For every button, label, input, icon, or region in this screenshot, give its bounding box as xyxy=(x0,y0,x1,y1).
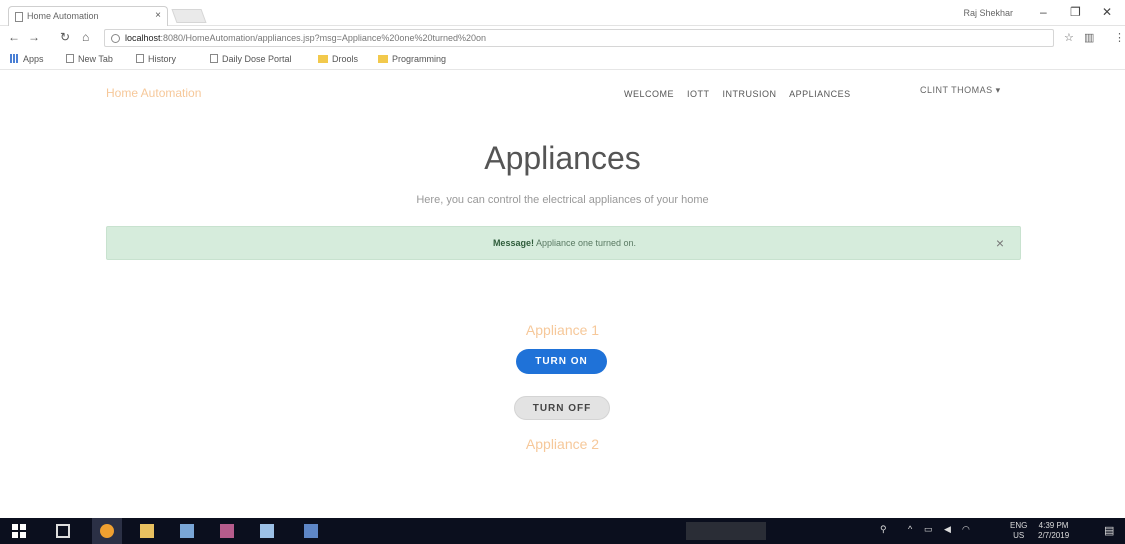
bookmarks-bar: Apps New Tab History Daily Dose Portal D… xyxy=(0,50,1125,70)
language-indicator[interactable]: ENG US xyxy=(1010,521,1027,541)
windows-taskbar: ⚲ ^ ▭ ◀ ◠ ENG US 4:39 PM 2/7/2019 ▤ xyxy=(0,518,1125,544)
tab-close-icon[interactable]: × xyxy=(155,10,161,21)
browser-tab[interactable]: Home Automation × xyxy=(8,6,168,26)
alert-message: Message! Appliance one turned on. xyxy=(107,238,1022,248)
bookmark-star-icon[interactable]: ☆ xyxy=(1064,31,1074,44)
folder-icon xyxy=(318,55,328,63)
restore-icon[interactable]: ❐ xyxy=(1070,5,1081,19)
success-alert: Message! Appliance one turned on. × xyxy=(106,226,1021,260)
nav-appliances[interactable]: APPLIANCES xyxy=(789,89,851,99)
bookmark-apps[interactable]: Apps xyxy=(10,54,44,64)
bookmark-new-tab[interactable]: New Tab xyxy=(66,54,113,64)
blue-app-icon[interactable] xyxy=(304,524,318,538)
page-subtitle: Here, you can control the electrical app… xyxy=(416,194,709,206)
home-icon[interactable]: ⌂ xyxy=(82,30,89,44)
alert-strong: Message! xyxy=(492,238,534,248)
taskbar-search-area[interactable] xyxy=(686,522,766,540)
reload-icon[interactable]: ↻ xyxy=(60,30,70,44)
wifi-icon[interactable]: ◠ xyxy=(962,524,970,535)
url-host: localhost xyxy=(125,33,161,43)
tray-chevron-icon[interactable]: ^ xyxy=(908,524,912,534)
network-app-icon[interactable] xyxy=(180,524,194,538)
nav-links: WELCOME IOTT INTRUSION APPLIANCES xyxy=(624,89,861,99)
alert-body: Appliance one turned on. xyxy=(533,238,637,248)
brand-logo[interactable]: Home Automation xyxy=(106,86,201,100)
nav-welcome[interactable]: WELCOME xyxy=(624,89,674,99)
new-tab-button[interactable] xyxy=(171,9,207,23)
url-path: :8080/HomeAutomation/appliances.jsp?msg=… xyxy=(160,33,487,43)
people-icon[interactable]: ⚲ xyxy=(880,524,887,535)
notification-icon[interactable]: ▤ xyxy=(1104,524,1114,537)
page-icon xyxy=(210,54,218,63)
url-input[interactable]: localhost:8080/HomeAutomation/appliances… xyxy=(104,29,1054,47)
appliance-1-title: Appliance 1 xyxy=(525,322,600,338)
page-icon xyxy=(136,54,144,63)
tab-title: Home Automation xyxy=(27,11,99,21)
turn-off-button[interactable]: TURN OFF xyxy=(514,396,610,420)
menu-icon[interactable]: ⋮ xyxy=(1114,31,1125,44)
file-explorer-icon[interactable] xyxy=(140,524,154,538)
bookmark-drools[interactable]: Drools xyxy=(318,54,358,64)
appliance-2-title: Appliance 2 xyxy=(525,436,600,452)
chrome-icon[interactable] xyxy=(100,524,114,538)
bookmark-programming[interactable]: Programming xyxy=(378,54,446,64)
user-dropdown[interactable]: CLINT THOMAS ▾ xyxy=(920,85,1001,96)
bookmark-daily-dose-portal[interactable]: Daily Dose Portal xyxy=(210,54,292,64)
network-icon[interactable]: ▭ xyxy=(924,524,933,535)
task-view-icon[interactable] xyxy=(56,524,70,538)
volume-icon[interactable]: ◀ xyxy=(944,524,951,535)
windows-start-icon[interactable] xyxy=(12,524,26,538)
info-icon[interactable] xyxy=(111,34,120,43)
close-window-icon[interactable]: ✕ xyxy=(1102,5,1112,19)
forward-icon[interactable]: → xyxy=(28,30,40,44)
nav-intrusion[interactable]: INTRUSION xyxy=(723,89,777,99)
back-icon[interactable]: ← xyxy=(8,30,20,44)
browser-tab-strip: Home Automation × Raj Shekhar – ❐ ✕ xyxy=(0,0,1125,26)
settings-app-icon[interactable] xyxy=(260,524,274,538)
minimize-icon[interactable]: – xyxy=(1040,5,1047,19)
page-title: Appliances xyxy=(484,140,641,176)
extension-icon[interactable]: ▥ xyxy=(1084,31,1094,44)
address-bar-row: ← → ↻ ⌂ localhost:8080/HomeAutomation/ap… xyxy=(0,26,1125,50)
bookmark-history[interactable]: History xyxy=(136,54,176,64)
nav-iott[interactable]: IOTT xyxy=(687,89,710,99)
alert-close-icon[interactable]: × xyxy=(996,235,1004,251)
page-icon xyxy=(15,12,23,22)
turn-on-button[interactable]: TURN ON xyxy=(516,349,607,374)
page-icon xyxy=(66,54,74,63)
site-navbar: Home Automation WELCOME IOTT INTRUSION A… xyxy=(0,70,1125,116)
clock[interactable]: 4:39 PM 2/7/2019 xyxy=(1038,521,1069,541)
window-user-name[interactable]: Raj Shekhar xyxy=(963,8,1013,18)
folder-icon xyxy=(378,55,388,63)
apps-grid-icon xyxy=(10,54,19,63)
app-icon[interactable] xyxy=(220,524,234,538)
